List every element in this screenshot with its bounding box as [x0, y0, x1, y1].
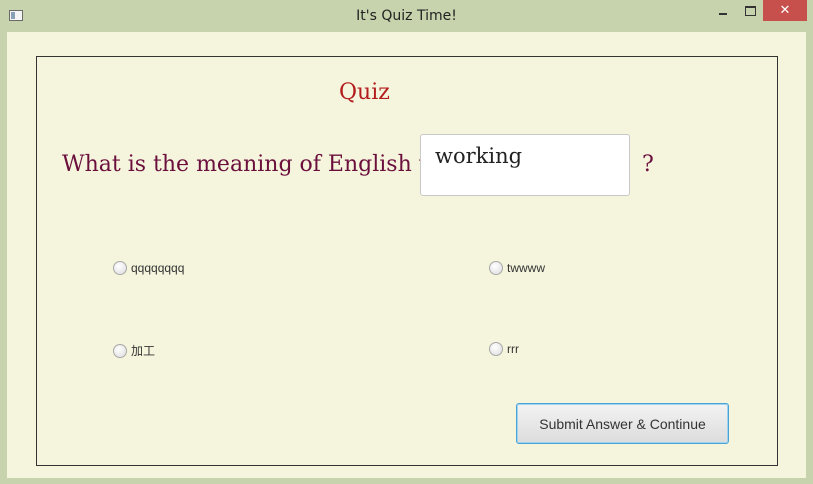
maximize-button[interactable] [736, 0, 764, 21]
answer-option-label: qqqqqqqq [131, 261, 185, 275]
submit-answer-button[interactable]: Submit Answer & Continue [516, 403, 729, 444]
word-value: working [435, 144, 523, 168]
word-field[interactable]: working [420, 134, 630, 196]
close-button[interactable]: ✕ [763, 0, 807, 21]
quiz-heading: Quiz [339, 80, 390, 105]
window-title: It's Quiz Time! [356, 8, 457, 24]
minimize-icon [719, 12, 727, 15]
answer-option-label: 加工 [131, 344, 156, 358]
radio-icon[interactable] [113, 261, 127, 275]
close-icon: ✕ [779, 3, 791, 18]
answer-option-1[interactable]: qqqqqqqq [113, 261, 184, 275]
answer-option-label: twwww [507, 261, 545, 275]
answer-option-2[interactable]: twwww [489, 261, 545, 275]
radio-icon[interactable] [113, 343, 127, 358]
radio-icon[interactable] [489, 342, 503, 356]
app-window: It's Quiz Time! ✕ Quiz What is the meani… [0, 0, 813, 484]
answer-option-4[interactable]: rrr [489, 342, 519, 356]
submit-button-label: Submit Answer & Continue [539, 415, 706, 432]
title-bar: It's Quiz Time! ✕ [0, 0, 813, 32]
question-text: What is the meaning of English word [62, 152, 476, 177]
answer-option-label: rrr [507, 342, 519, 356]
radio-icon[interactable] [489, 261, 503, 275]
maximize-icon [744, 5, 756, 16]
minimize-button[interactable] [708, 0, 738, 21]
question-mark: ? [642, 152, 654, 177]
answer-option-3[interactable]: 加工 [113, 342, 155, 359]
